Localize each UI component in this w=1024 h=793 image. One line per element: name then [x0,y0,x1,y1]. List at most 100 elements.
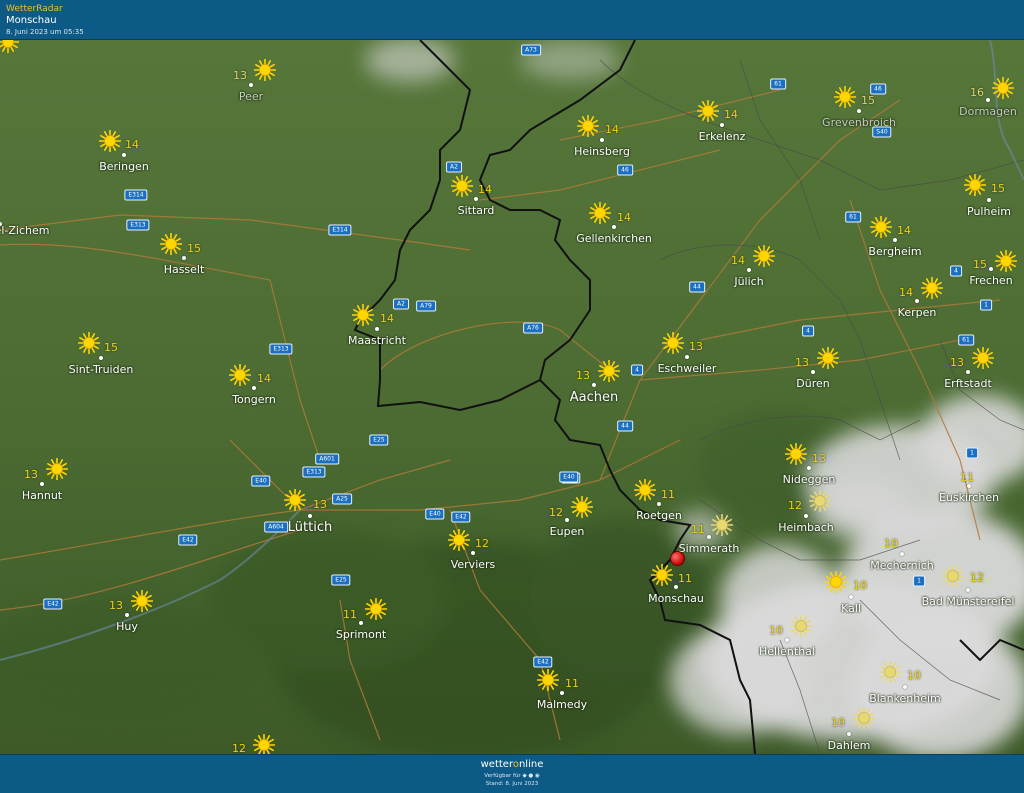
temperature-city-41: 12 [232,742,246,754]
city-dot-düren [811,370,815,374]
city-label-erkelenz[interactable]: Erkelenz [699,130,746,143]
city-label-verviers[interactable]: Verviers [451,558,496,571]
city-label-peer[interactable]: Peer [239,90,263,103]
road-sign: E313 [126,219,150,231]
road-sign: E314 [328,224,352,236]
sun-icon [963,173,987,197]
temperature-dahlem: 10 [831,716,845,729]
city-label-lüttich[interactable]: Lüttich [288,520,332,535]
city-label-heinsberg[interactable]: Heinsberg [574,145,630,158]
temperature-frechen: 15 [973,258,987,271]
city-label-bergheim[interactable]: Bergheim [868,245,921,258]
city-label-jülich[interactable]: Jülich [734,275,763,288]
city-dot-dahlem [847,732,851,736]
city-label-sprimont[interactable]: Sprimont [336,628,386,641]
city-label-eupen[interactable]: Eupen [550,525,585,538]
city-dot-gellenkirchen [612,225,616,229]
temperature-simmerath: 11 [691,523,705,536]
road-sign: E42 [451,511,471,523]
city-label-bad-münstereifel[interactable]: Bad Münstereifel [922,595,1015,608]
brand-text-a: wetter [480,759,513,770]
temperature-peer: 13 [233,69,247,82]
city-label-hellenthal[interactable]: Hellenthal [759,645,815,658]
location-pin-icon[interactable] [670,551,685,566]
temperature-maastricht: 14 [380,312,394,325]
city-label-aachen[interactable]: Aachen [570,390,618,405]
sun-icon [588,201,612,225]
city-dot-heinsberg [600,138,604,142]
city-label-kerpen[interactable]: Kerpen [898,306,937,319]
city-dot-erftstadt [966,370,970,374]
sun-icon [228,363,252,387]
city-label-roetgen[interactable]: Roetgen [636,509,682,522]
sun-icon [130,589,154,613]
sun-icon [784,442,808,466]
sun-icon [696,99,720,123]
temperature-sint-truiden: 15 [104,341,118,354]
temperature-beringen: 14 [125,138,139,151]
city-label-huy[interactable]: Huy [116,620,138,633]
city-label-monschau[interactable]: Monschau [648,592,704,605]
city-label-maastricht[interactable]: Maastricht [348,334,406,347]
city-label-kall[interactable]: Kall [841,602,861,615]
city-dot-kerpen [915,299,919,303]
city-label-hasselt[interactable]: Hasselt [164,263,205,276]
road-sign: 61 [845,211,861,223]
city-label-dahlem[interactable]: Dahlem [828,739,871,752]
sun-icon [991,76,1015,100]
road-sign: A79 [416,300,436,312]
sun-icon [597,359,621,383]
city-label-gellenkirchen[interactable]: Gellenkirchen [576,232,652,245]
temperature-verviers: 12 [475,537,489,550]
city-label-simmerath[interactable]: Simmerath [679,542,740,555]
road-sign: 61 [770,78,786,90]
road-sign: S40 [872,126,892,138]
sun-icon [252,733,276,754]
city-label-frechen[interactable]: Frechen [969,274,1012,287]
brand-logo[interactable]: wetteronline [0,759,1024,770]
city-label-blankenheim[interactable]: Blankenheim [869,692,941,705]
city-label-malmedy[interactable]: Malmedy [537,698,587,711]
city-label-pulheim[interactable]: Pulheim [967,205,1011,218]
city-dot-pulheim [987,198,991,202]
city-dot-aachen [592,383,596,387]
sun-icon [159,232,183,256]
city-label-nideggen[interactable]: Nideggen [783,473,836,486]
city-label-el-zichem[interactable]: el-Zichem [0,224,49,237]
city-dot-erkelenz [720,123,724,127]
temperature-erkelenz: 14 [724,108,738,121]
city-dot-hellenthal [785,638,789,642]
city-label-düren[interactable]: Düren [796,377,829,390]
sun-icon [253,58,277,82]
city-label-beringen[interactable]: Beringen [99,160,149,173]
road-sign: E42 [43,598,63,610]
city-dot-beringen [122,153,126,157]
city-label-hannut[interactable]: Hannut [22,489,62,502]
city-dot-malmedy [560,691,564,695]
station-name[interactable]: Monschau [6,15,57,26]
road-sign: 4 [950,265,962,277]
city-label-sittard[interactable]: Sittard [458,204,495,217]
city-label-heimbach[interactable]: Heimbach [778,521,834,534]
temperature-eschweiler: 13 [689,340,703,353]
city-label-mechernich[interactable]: Mechernich [870,559,933,572]
city-label-dormagen[interactable]: Dormagen [959,105,1017,118]
city-label-erftstadt[interactable]: Erftstadt [944,377,992,390]
app-store-icons: ◆ ● ◉ [522,773,540,779]
temperature-monschau: 11 [678,572,692,585]
app-header: WetterRadar Monschau 8. Juni 2023 um 05:… [0,0,1024,40]
city-label-eschweiler[interactable]: Eschweiler [658,362,717,375]
road-sign: A601 [315,453,339,465]
city-dot-sittard [474,197,478,201]
sun-icon [833,85,857,109]
temperature-blankenheim: 10 [907,669,921,682]
city-label-euskirchen[interactable]: Euskirchen [939,491,999,504]
radar-map[interactable]: Peer 13 Beringen 14 el-Zichem Hasselt 15 Sint-T… [0,40,1024,754]
city-label-sint-truiden[interactable]: Sint-Truiden [69,363,134,376]
road-sign: 44 [689,281,705,293]
road-sign: E40 [251,475,271,487]
city-dot-hasselt [182,256,186,260]
city-label-tongern[interactable]: Tongern [232,393,276,406]
temperature-düren: 13 [795,356,809,369]
road-sign: E314 [124,189,148,201]
